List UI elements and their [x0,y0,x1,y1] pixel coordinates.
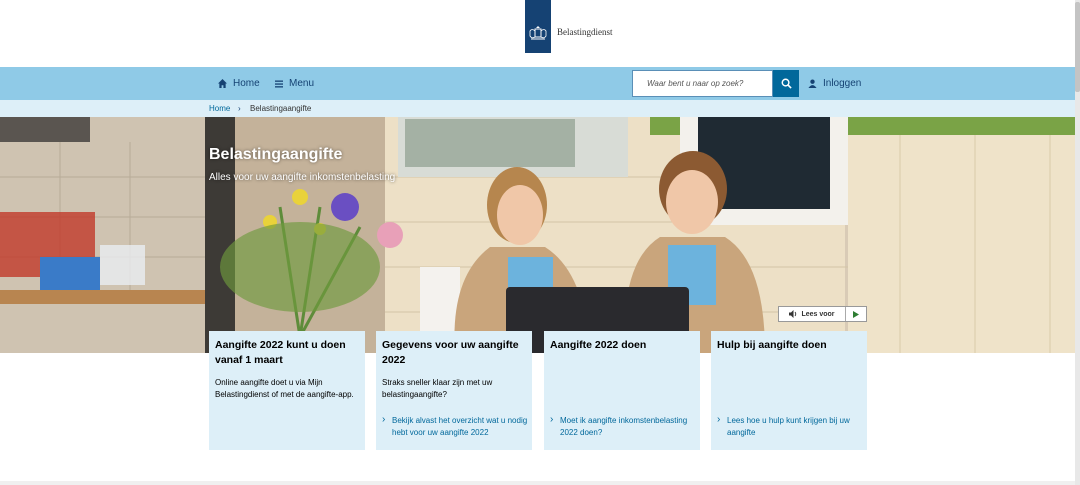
nav-menu[interactable]: Menu [275,67,314,100]
card-aangifte-vanaf[interactable]: Aangifte 2022 kunt u doen vanaf 1 maart … [209,331,365,450]
page-subtitle: Alles voor uw aangifte inkomstenbelastin… [209,172,396,183]
main-nav: Home Menu Waar bent u naar op zoek? Inlo… [0,67,1075,100]
play-icon [853,310,859,318]
rijksoverheid-logo[interactable] [525,0,551,53]
home-icon [218,79,227,88]
card-gegevens[interactable]: Gegevens voor uw aangifte 2022 Straks sn… [376,331,532,450]
card-title: Aangifte 2022 kunt u doen vanaf 1 maart [215,339,346,366]
card-title: Aangifte 2022 doen [550,339,647,351]
search-button[interactable] [773,70,799,97]
read-aloud-label: Lees voor [801,310,835,318]
chevron-right-icon: › [238,104,241,113]
logo-text: Belastingdienst [557,27,613,37]
card-text: Straks sneller klaar zijn met uw belasti… [382,378,493,399]
card-link[interactable]: Moet ik aangifte inkomstenbelasting 2022… [550,414,696,439]
search-input[interactable]: Waar bent u naar op zoek? [632,70,773,97]
breadcrumb-home[interactable]: Home [209,100,230,117]
page-title: Belastingaangifte [209,146,343,163]
card-link[interactable]: Bekijk alvast het overzicht wat u nodig … [382,414,528,439]
login-link[interactable]: Inloggen [808,67,861,100]
card-title: Gegevens voor uw aangifte 2022 [382,339,519,366]
hamburger-icon [275,80,283,87]
card-link[interactable]: Lees hoe u hulp kunt krijgen bij uw aang… [717,414,863,439]
scrollbar-thumb[interactable] [1075,2,1080,92]
footer-divider [0,481,1075,485]
speaker-icon [789,310,797,318]
scrollbar[interactable] [1075,0,1080,485]
user-icon [808,79,817,88]
hero-banner: Belastingaangifte Alles voor uw aangifte… [0,117,1075,353]
card-hulp[interactable]: Hulp bij aangifte doen Lees hoe u hulp k… [711,331,867,450]
site-header: Belastingdienst [0,0,1080,67]
nav-menu-label: Menu [289,78,315,89]
nav-home[interactable]: Home [218,67,260,100]
nav-home-label: Home [233,78,260,89]
read-aloud-button[interactable]: Lees voor [778,306,867,322]
login-label: Inloggen [823,78,862,89]
search-icon [781,78,792,89]
card-text: Online aangifte doet u via Mijn Belastin… [215,378,354,399]
hero-photo [0,117,1075,353]
card-aangifte-doen[interactable]: Aangifte 2022 doen Moet ik aangifte inko… [544,331,700,450]
breadcrumb-current: Belastingaangifte [250,104,312,113]
card-title: Hulp bij aangifte doen [717,339,827,351]
coat-of-arms-icon [529,26,547,40]
breadcrumb: Home › Belastingaangifte [0,100,1075,117]
